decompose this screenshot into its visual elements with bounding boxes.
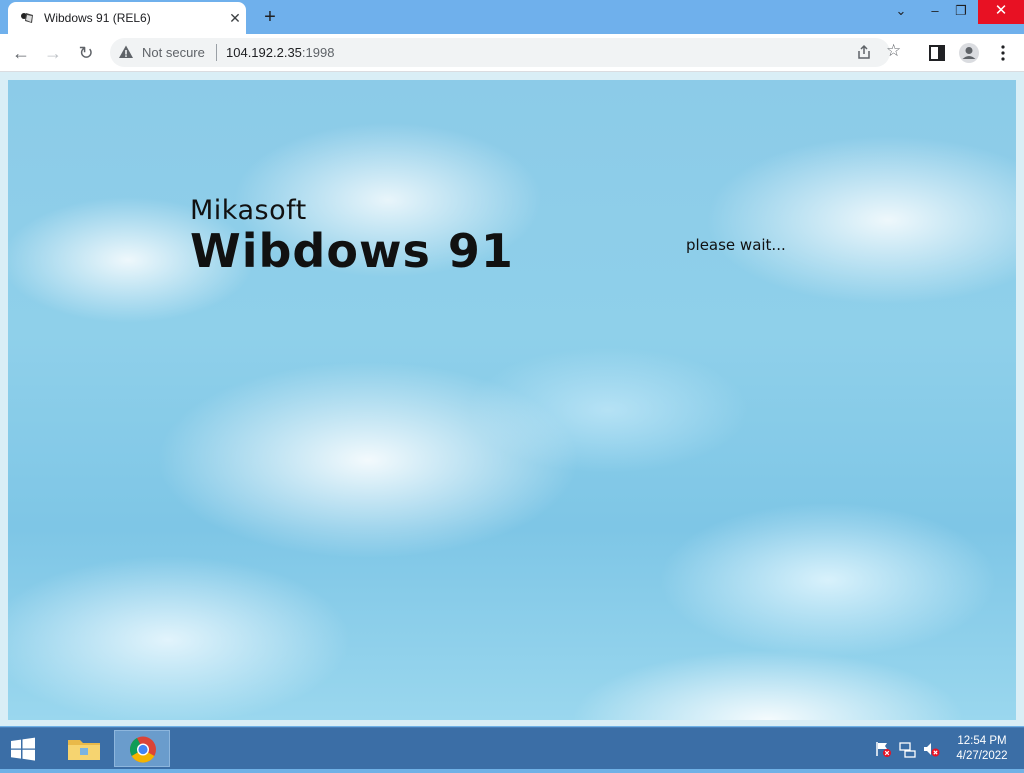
windows-start-icon[interactable] <box>8 736 38 762</box>
tab-title: Wibdows 91 (REL6) <box>44 11 151 25</box>
tab-strip: Wibdows 91 (REL6) ✕ + ⌄ – ❐ ✕ <box>0 0 1024 34</box>
browser-tab[interactable]: Wibdows 91 (REL6) ✕ <box>8 2 246 34</box>
taskbar: 12:54 PM 4/27/2022 <box>0 727 1024 769</box>
omnibox-divider <box>216 44 217 61</box>
url-host: 104.192.2.35 <box>226 45 302 60</box>
loading-status: please wait... <box>686 236 786 254</box>
more-menu-icon[interactable] <box>992 42 1014 64</box>
brand-company: Mikasoft <box>190 195 307 226</box>
clock-time: 12:54 PM <box>957 735 1007 747</box>
page-viewport: Mikasoft Wibdows 91 please wait... <box>0 72 1024 726</box>
file-explorer-button[interactable] <box>56 730 112 767</box>
chrome-taskbar-button[interactable] <box>114 730 170 767</box>
volume-muted-icon[interactable] <box>922 740 940 758</box>
brand-product: Wibdows 91 <box>190 224 514 278</box>
tab-close-icon[interactable]: ✕ <box>226 9 244 27</box>
clock-date: 4/27/2022 <box>956 750 1008 762</box>
side-panel-icon[interactable] <box>926 42 948 64</box>
warning-icon[interactable] <box>118 44 134 60</box>
reload-button[interactable]: ↻ <box>73 40 99 66</box>
tab-search-chevron-icon[interactable]: ⌄ <box>884 0 918 24</box>
browser-toolbar: ← → ↻ Not secure 104.192.2.35:1998 ☆ <box>0 34 1024 72</box>
bookmark-star-icon[interactable]: ☆ <box>886 41 901 61</box>
system-clock[interactable]: 12:54 PM 4/27/2022 <box>950 734 1014 764</box>
security-label[interactable]: Not secure <box>142 45 205 60</box>
action-center-flag-icon[interactable] <box>874 740 892 758</box>
forward-button[interactable]: → <box>40 40 66 66</box>
wibdows-icon <box>21 13 33 23</box>
cloud-background[interactable]: Mikasoft Wibdows 91 please wait... <box>8 80 1016 720</box>
close-window-button[interactable]: ✕ <box>978 0 1024 24</box>
brand-logo: Mikasoft Wibdows 91 <box>190 195 514 278</box>
new-tab-button[interactable]: + <box>258 6 282 30</box>
url-text[interactable]: 104.192.2.35:1998 <box>226 45 334 60</box>
network-icon[interactable] <box>898 740 916 758</box>
share-icon[interactable] <box>856 44 872 60</box>
profile-avatar-icon[interactable] <box>958 42 980 64</box>
restore-button[interactable]: ❐ <box>944 0 978 24</box>
file-explorer-icon <box>68 740 100 760</box>
address-bar[interactable]: Not secure 104.192.2.35:1998 ☆ <box>110 38 901 67</box>
chrome-icon <box>129 736 156 763</box>
url-port: :1998 <box>301 45 335 60</box>
back-button[interactable]: ← <box>8 40 34 66</box>
